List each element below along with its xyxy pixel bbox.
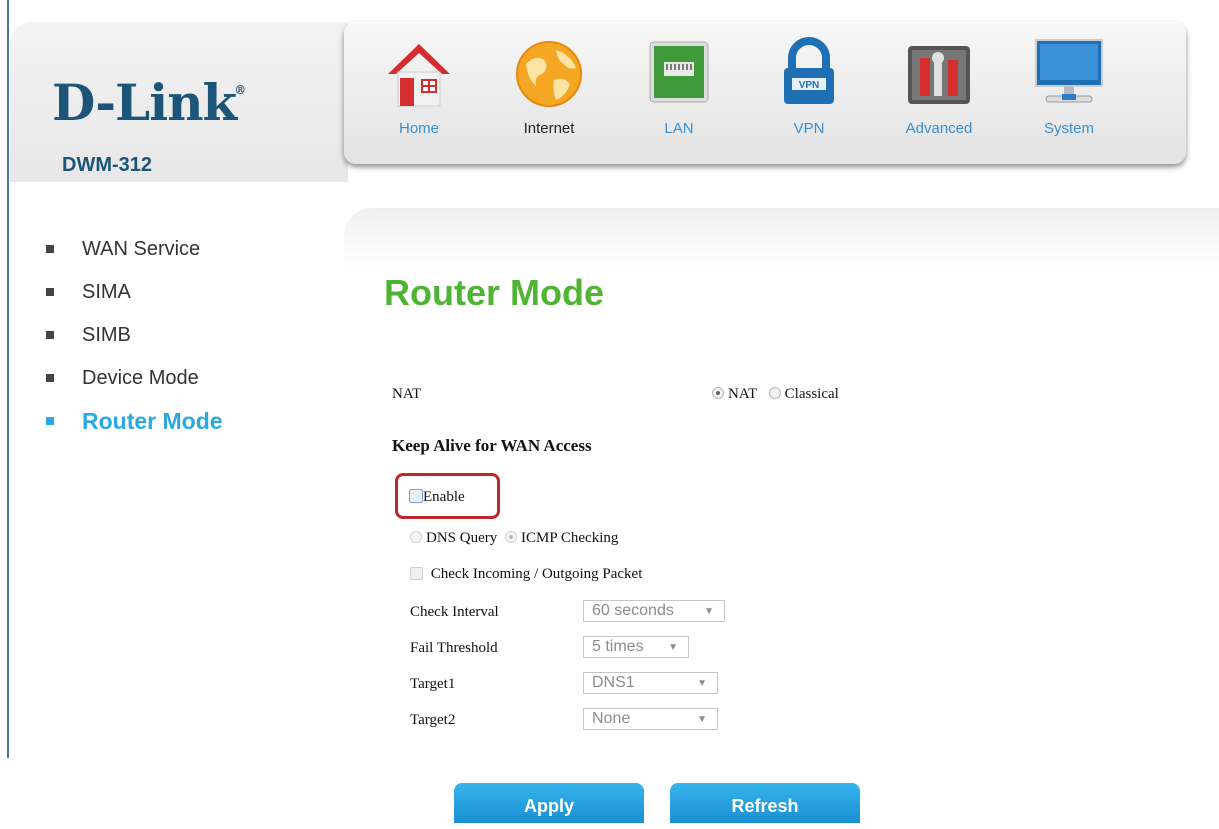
fail-threshold-select[interactable]: 5 times ▼ [583,636,689,658]
target1-value: DNS1 [592,674,635,691]
radio-icon [410,531,422,543]
check-packet-row[interactable]: Check Incoming / Outgoing Packet [410,566,642,583]
dropdown-arrow-icon: ▼ [697,678,707,689]
sidebar-item-label: SIMA [82,281,131,303]
home-icon [388,44,450,107]
check-packet-checkbox[interactable] [410,567,423,580]
enable-label: Enable [423,489,465,505]
nav-advanced[interactable]: Advanced [884,22,994,164]
nav-internet-label: Internet [523,120,575,137]
keepalive-method-group: DNS Query ICMP Checking [410,530,618,547]
check-interval-select[interactable]: 60 seconds ▼ [583,600,725,622]
sidebar-item-wan-service[interactable]: WAN Service [46,234,223,277]
nav-lan-label: LAN [664,120,694,137]
radio-icon [505,531,517,543]
brand-panel: D-Link® DWM-312 [10,22,348,182]
nav-home[interactable]: Home [364,22,474,164]
sidebar-item-label: SIMB [82,324,131,346]
nat-radio-group: NAT Classical [712,386,839,403]
radio-icon [712,387,724,399]
bullet-icon [46,374,54,382]
nav-vpn-label: VPN [793,120,825,137]
target1-select[interactable]: DNS1 ▼ [583,672,718,694]
target2-select[interactable]: None ▼ [583,708,718,730]
vpn-lock-icon: VPN [784,37,834,104]
dropdown-arrow-icon: ▼ [668,642,678,653]
check-interval-value: 60 seconds [592,602,674,619]
sidebar-item-router-mode[interactable]: Router Mode [46,406,223,449]
nav-vpn[interactable]: VPN VPN [754,22,864,164]
nat-option-label: Classical [784,386,839,402]
check-packet-label: Check Incoming / Outgoing Packet [430,566,643,582]
target2-label: Target2 [410,712,456,728]
globe-icon [516,41,582,107]
keepalive-heading: Keep Alive for WAN Access [392,436,592,455]
nat-option-classical[interactable]: Classical [768,386,839,402]
sidebar-item-device-mode[interactable]: Device Mode [46,363,223,406]
fail-threshold-label: Fail Threshold [410,640,498,656]
method-option-label: DNS Query [426,530,498,546]
enable-checkbox[interactable] [409,489,423,503]
registered-mark: ® [234,83,246,97]
fail-threshold-value: 5 times [592,638,644,655]
nat-label: NAT [392,386,422,402]
bullet-icon [46,245,54,253]
bullet-icon [46,331,54,339]
target1-label: Target1 [410,676,456,692]
nav-system[interactable]: System [1014,22,1124,164]
nav-system-label: System [1043,120,1094,137]
nav-home-label: Home [398,120,439,137]
dropdown-arrow-icon: ▼ [704,606,714,617]
bullet-icon [46,288,54,296]
nat-option-label: NAT [728,386,757,402]
radio-icon [768,387,781,399]
left-border-rule [7,0,9,758]
sidebar-item-label: WAN Service [82,238,201,260]
refresh-button[interactable]: Refresh [670,783,860,823]
method-option-dns-query[interactable]: DNS Query [410,530,497,546]
nav-internet[interactable]: Internet [494,22,604,164]
enable-checkbox-row[interactable]: Enable [409,489,465,506]
logo-text: D-Link [52,73,237,132]
svg-text:VPN: VPN [799,80,820,91]
nav-advanced-label: Advanced [905,120,973,137]
sidebar-item-simb[interactable]: SIMB [46,320,223,363]
tools-icon [908,46,970,104]
top-navigation: Home Internet LAN VPN VPN Advanced Syste… [344,22,1186,164]
apply-button[interactable]: Apply [454,783,644,823]
nat-option-nat[interactable]: NAT [712,386,757,402]
page-title: Router Mode [384,272,604,313]
sidebar-item-label: Device Mode [82,367,199,389]
target2-value: None [592,710,631,727]
method-option-icmp[interactable]: ICMP Checking [505,530,618,546]
method-option-label: ICMP Checking [521,530,619,546]
sidebar-item-sima[interactable]: SIMA [46,277,223,320]
monitor-icon [1035,39,1103,103]
sidebar-menu: WAN Service SIMA SIMB Device Mode Router… [46,234,223,449]
sidebar-item-label: Router Mode [82,408,223,434]
check-interval-label: Check Interval [410,604,499,620]
bullet-icon [46,417,54,425]
dlink-logo: D-Link® [52,78,247,128]
model-name: DWM-312 [62,154,153,176]
lan-port-icon [649,41,709,103]
nav-lan[interactable]: LAN [624,22,734,164]
dropdown-arrow-icon: ▼ [697,714,707,725]
